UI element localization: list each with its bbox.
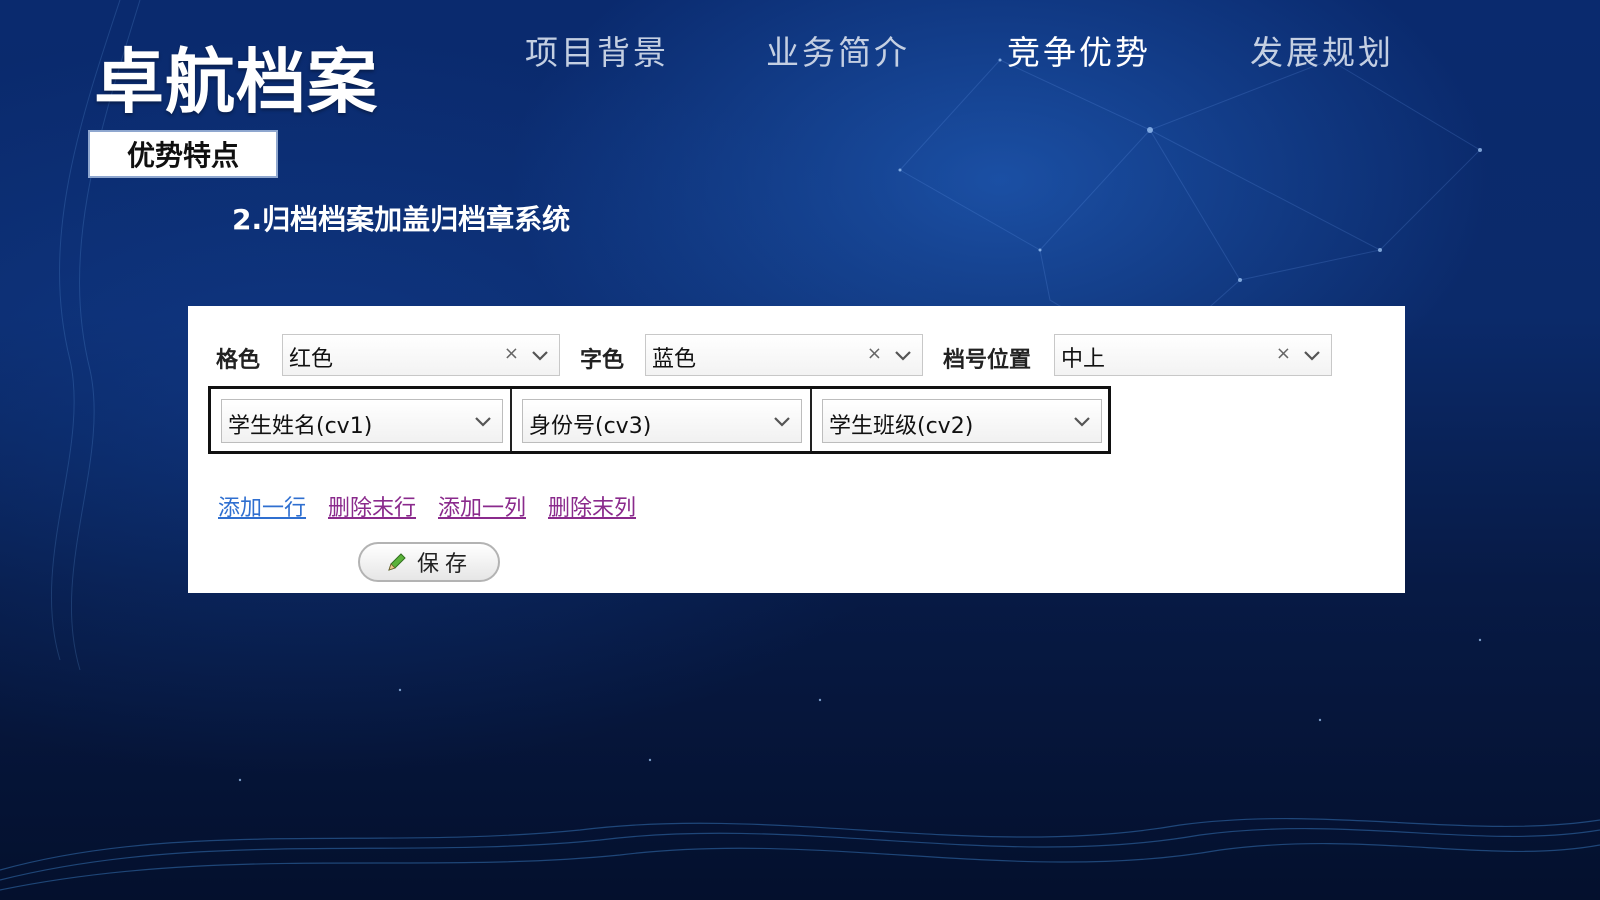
border-color-value: 红色 (289, 347, 334, 372)
chevron-down-icon[interactable] (892, 346, 914, 364)
delete-last-column-link[interactable]: 删除末列 (548, 490, 636, 522)
add-column-link[interactable]: 添加一列 (438, 490, 526, 522)
save-button-label: 保存 (416, 552, 473, 577)
nav-item-project-background[interactable]: 项目背景 (525, 26, 669, 74)
grid-cell: 学生班级(cv2) (812, 389, 1108, 451)
stamp-field-grid: 学生姓名(cv1) 身份号(cv3) 学生班级(cv2) (208, 386, 1111, 454)
chevron-down-icon[interactable] (1071, 412, 1093, 430)
column-field-select-1[interactable]: 学生姓名(cv1) (221, 399, 503, 443)
pencil-icon (388, 553, 406, 571)
archive-number-position-select[interactable]: 中上 × (1054, 334, 1332, 376)
field-label-font-color: 字色 (580, 348, 625, 373)
chevron-down-icon[interactable] (771, 412, 793, 430)
stamp-config-panel: 格色 红色 × 字色 蓝色 × 档号位置 中上 × 学生姓名(cv1) 身份号(… (188, 306, 1405, 593)
column-field-value: 身份号(cv3) (529, 414, 652, 439)
add-row-link[interactable]: 添加一行 (218, 490, 306, 522)
nav-item-competitive-advantage[interactable]: 竞争优势 (1007, 26, 1151, 74)
section-tag: 优势特点 (88, 130, 278, 178)
section-subtitle: 2.归档档案加盖归档章系统 (232, 203, 571, 236)
close-icon[interactable]: × (1276, 343, 1291, 364)
font-color-value: 蓝色 (652, 347, 697, 372)
font-color-select[interactable]: 蓝色 × (645, 334, 923, 376)
save-button[interactable]: 保存 (358, 542, 500, 582)
chevron-down-icon[interactable] (472, 412, 494, 430)
close-icon[interactable]: × (504, 343, 519, 364)
border-color-select[interactable]: 红色 × (282, 334, 560, 376)
grid-cell: 学生姓名(cv1) (211, 389, 512, 451)
nav-item-business-intro[interactable]: 业务简介 (766, 26, 910, 74)
chevron-down-icon[interactable] (529, 346, 551, 364)
delete-last-row-link[interactable]: 删除末行 (328, 490, 416, 522)
section-tag-label: 优势特点 (126, 139, 239, 172)
field-label-border-color: 格色 (216, 348, 261, 373)
close-icon[interactable]: × (867, 343, 882, 364)
column-field-select-3[interactable]: 学生班级(cv2) (822, 399, 1102, 443)
top-nav: 项目背景 业务简介 竞争优势 发展规划 (0, 26, 1600, 76)
column-field-select-2[interactable]: 身份号(cv3) (522, 399, 802, 443)
column-field-value: 学生姓名(cv1) (228, 414, 373, 439)
field-label-archive-number-position: 档号位置 (943, 348, 1032, 373)
archive-number-position-value: 中上 (1061, 347, 1106, 372)
nav-item-development-plan[interactable]: 发展规划 (1250, 26, 1394, 74)
column-field-value: 学生班级(cv2) (829, 414, 974, 439)
chevron-down-icon[interactable] (1301, 346, 1323, 364)
grid-cell: 身份号(cv3) (512, 389, 812, 451)
